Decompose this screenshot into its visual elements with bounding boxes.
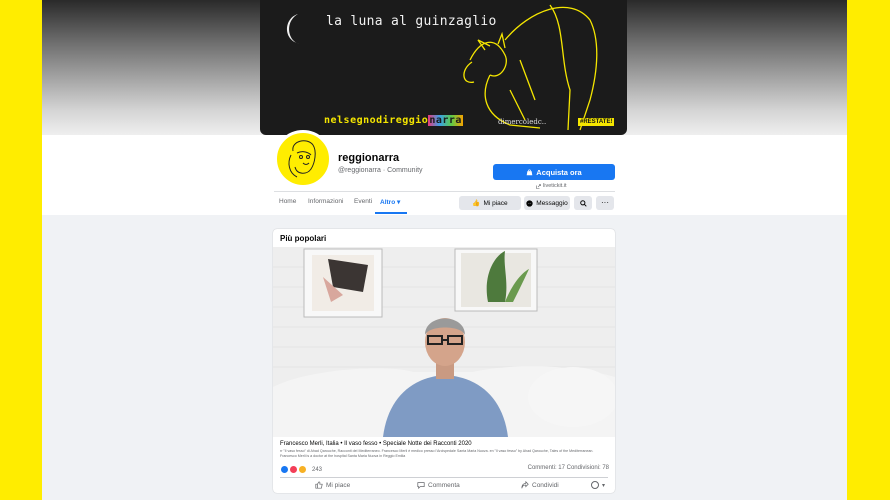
face-drawing-icon: [288, 140, 316, 178]
comment-icon: [417, 482, 425, 489]
active-tab-indicator: [375, 212, 407, 214]
search-button[interactable]: [574, 196, 592, 210]
buy-now-label: Acquista ora: [536, 167, 582, 177]
avatar[interactable]: [274, 130, 332, 188]
video-frame: [273, 247, 615, 437]
external-link-icon: [536, 183, 541, 189]
video-title[interactable]: Francesco Merli, Italia • Il vaso fesso …: [280, 441, 472, 447]
message-button[interactable]: Messaggio: [524, 196, 570, 210]
tab-more-label: Altro: [380, 199, 396, 206]
like-reaction-icon: [280, 465, 289, 474]
comment-action-button[interactable]: Commenta: [417, 481, 460, 489]
tab-more[interactable]: Altro ▾: [380, 198, 400, 206]
audience-selector[interactable]: ▾: [591, 481, 605, 489]
section-title: Più popolari: [280, 234, 327, 243]
share-action-label: Condividi: [532, 481, 559, 489]
more-options-button[interactable]: ···: [596, 196, 614, 210]
cat-illustration: [463, 4, 598, 131]
comments-shares-count[interactable]: Commenti: 17 Condivisioni: 78: [528, 465, 609, 471]
cover-brand: nelsegnodireggionarra: [324, 115, 463, 126]
video-player[interactable]: [273, 247, 615, 437]
tab-events[interactable]: Eventi: [354, 198, 372, 205]
tab-home[interactable]: Home: [279, 198, 296, 205]
comment-action-label: Commenta: [428, 481, 460, 489]
page-name: reggionarra: [338, 152, 400, 164]
thumbs-up-icon: 👍: [472, 200, 481, 207]
search-icon: [579, 199, 587, 207]
globe-icon: [591, 481, 599, 489]
page-handle: @reggionarra · Community: [338, 167, 423, 174]
love-reaction-icon: [289, 465, 298, 474]
share-action-button[interactable]: Condividi: [521, 481, 559, 489]
video-description: rr "Il vaso fesso" di Ahad Qarouche, Rac…: [280, 449, 594, 458]
cover-tagline: dimercoledc..: [498, 118, 547, 126]
facebook-page: la luna al guinzaglio nelsegnodireggiona…: [42, 0, 847, 500]
share-icon: [521, 481, 529, 489]
ellipsis-icon: ···: [601, 198, 609, 207]
moon-icon: [287, 14, 300, 44]
message-label: Messaggio: [536, 199, 568, 207]
restate-badge: #RESTATE!: [578, 118, 615, 126]
reactions-summary[interactable]: 243: [280, 465, 322, 474]
like-page-button[interactable]: 👍 Mi piace: [459, 196, 521, 210]
popular-post-card: Più popolari Francesco Merli, Italia • I…: [273, 229, 615, 493]
tab-info[interactable]: Informazioni: [308, 198, 343, 205]
like-action-button[interactable]: Mi piace: [315, 481, 350, 489]
actions-divider: [280, 477, 608, 478]
wow-reaction-icon: [298, 465, 307, 474]
shopping-bag-icon: [526, 168, 533, 175]
cover-photo[interactable]: la luna al guinzaglio nelsegnodireggiona…: [260, 0, 627, 135]
messenger-icon: [526, 199, 533, 207]
caret-down-icon: ▾: [602, 482, 606, 489]
caret-down-icon: ▾: [396, 199, 401, 206]
like-page-label: Mi piace: [483, 199, 508, 207]
site-link-label: livetickit.it: [543, 183, 567, 189]
reaction-count: 243: [312, 466, 323, 473]
thumbs-up-outline-icon: [315, 481, 323, 489]
external-site-link[interactable]: livetickit.it: [536, 183, 567, 189]
buy-now-button[interactable]: Acquista ora: [493, 164, 615, 180]
like-action-label: Mi piace: [326, 481, 351, 489]
